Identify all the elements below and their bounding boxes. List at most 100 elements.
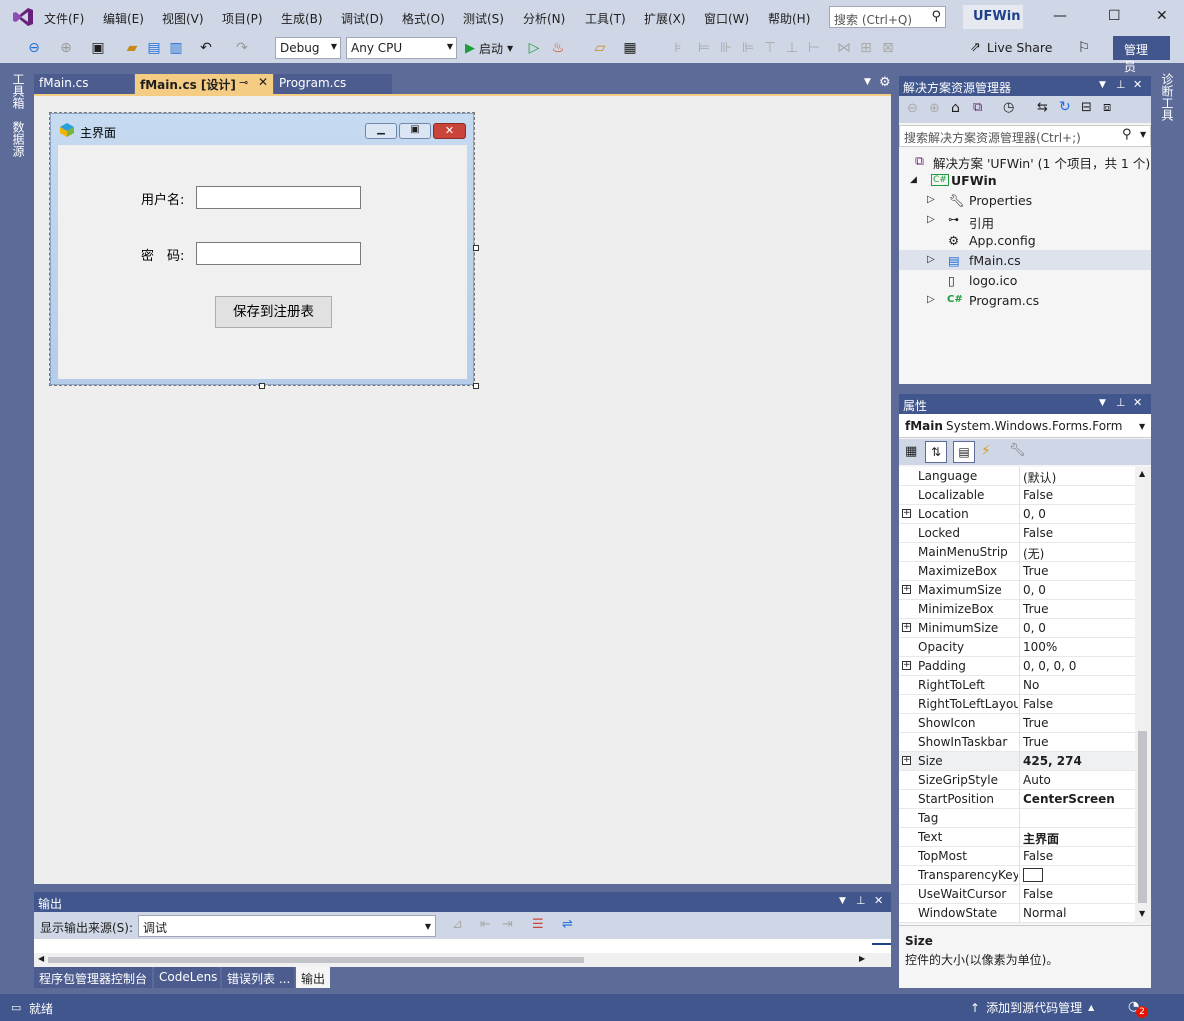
- notifications-button[interactable]: ◔ 2: [1128, 999, 1150, 1018]
- property-row[interactable]: MainMenuStrip (无): [899, 543, 1135, 562]
- output-source-dropdown[interactable]: 调试 ▼: [138, 915, 436, 937]
- scroll-thumb[interactable]: [48, 957, 584, 963]
- tree-item-logo-ico[interactable]: ▯ logo.ico: [899, 270, 1151, 290]
- grid-icon[interactable]: ⊞: [856, 38, 876, 58]
- expand-plus-icon[interactable]: +: [902, 661, 911, 670]
- property-row-selected[interactable]: + Size 425, 274: [899, 752, 1135, 771]
- datasource-tab[interactable]: 数据源: [10, 121, 27, 157]
- tab-fmain-cs[interactable]: fMain.cs: [34, 74, 134, 94]
- save-all-icon[interactable]: ▥: [166, 38, 186, 58]
- menu-build[interactable]: 生成(B): [281, 10, 323, 27]
- menu-project[interactable]: 项目(P): [222, 10, 263, 27]
- property-row[interactable]: UseWaitCursor False: [899, 885, 1135, 904]
- search-box[interactable]: 搜索 (Ctrl+Q) ⚲: [829, 6, 946, 28]
- close-icon[interactable]: ✕: [874, 894, 883, 907]
- object-selector[interactable]: fMain System.Windows.Forms.Form ▼: [899, 414, 1151, 438]
- wrench-icon[interactable]: 🔧︎: [1009, 443, 1026, 458]
- back-icon[interactable]: ⊖: [24, 38, 44, 58]
- property-row[interactable]: Text 主界面: [899, 828, 1135, 847]
- tab-list-icon[interactable]: ▼: [864, 77, 871, 87]
- form-maximize-button[interactable]: ▣: [399, 123, 431, 139]
- tab-fmain-design[interactable]: fMain.cs [设计] ⊸ ✕: [135, 74, 273, 94]
- property-row[interactable]: + Padding 0, 0, 0, 0: [899, 657, 1135, 676]
- close-button[interactable]: ✕: [1156, 8, 1168, 24]
- undo-icon[interactable]: ↶: [196, 38, 216, 58]
- spacing-icon[interactable]: ⊠: [878, 38, 898, 58]
- refresh-icon[interactable]: ↻: [1059, 99, 1071, 115]
- diagnostics-tab[interactable]: 诊断工具: [1159, 73, 1176, 121]
- property-row[interactable]: ShowIcon True: [899, 714, 1135, 733]
- show-all-files-icon[interactable]: ⧈: [1103, 100, 1111, 115]
- menu-extensions[interactable]: 扩展(X): [644, 10, 686, 27]
- gear-icon[interactable]: ⚙: [879, 75, 891, 90]
- toolbox-tab[interactable]: 工具箱: [10, 73, 27, 109]
- tab-error-list[interactable]: 错误列表 ...: [222, 967, 294, 988]
- form-selection[interactable]: 主界面 ▁ ▣ ✕ 用户名: 密 码: 保存到注册表: [49, 112, 479, 389]
- tree-item-fmain-cs[interactable]: ▷ ▤ fMain.cs: [899, 250, 1151, 270]
- folder-icon[interactable]: ▱: [590, 38, 610, 58]
- back-icon[interactable]: ⊖: [907, 101, 918, 116]
- property-row[interactable]: + Location 0, 0: [899, 505, 1135, 524]
- tab-package-manager[interactable]: 程序包管理器控制台: [34, 967, 152, 988]
- find-message-icon[interactable]: ⊿: [452, 917, 463, 932]
- chevron-down-icon[interactable]: ▼: [1099, 80, 1106, 90]
- previous-message-icon[interactable]: ⇤: [480, 917, 491, 932]
- property-row[interactable]: TransparencyKey: [899, 866, 1135, 885]
- menu-window[interactable]: 窗口(W): [704, 10, 749, 27]
- tree-item-properties[interactable]: ▷ 🔧︎ Properties: [899, 190, 1151, 210]
- events-icon[interactable]: ⚡︎: [981, 443, 991, 459]
- maximize-button[interactable]: ☐: [1108, 8, 1121, 24]
- forward-icon[interactable]: ⊕: [56, 38, 76, 58]
- clear-all-icon[interactable]: ☰: [532, 917, 544, 932]
- expand-plus-icon[interactable]: +: [902, 756, 911, 765]
- property-row[interactable]: WindowState Normal: [899, 904, 1135, 923]
- menu-analyze[interactable]: 分析(N): [523, 10, 565, 27]
- tree-item-project[interactable]: ◢ C# UFWin: [899, 170, 1151, 190]
- expand-plus-icon[interactable]: +: [902, 585, 911, 594]
- pin-icon[interactable]: ⊸: [239, 76, 248, 89]
- collapsed-arrow-icon[interactable]: ▷: [927, 194, 935, 205]
- property-row[interactable]: StartPosition CenterScreen: [899, 790, 1135, 809]
- scroll-down-icon[interactable]: ▼: [1139, 909, 1145, 918]
- chevron-down-icon[interactable]: ▼: [839, 896, 846, 906]
- property-row[interactable]: Localizable False: [899, 486, 1135, 505]
- switch-views-icon[interactable]: ⧉: [973, 100, 982, 115]
- chevron-down-icon[interactable]: ▼: [1140, 130, 1146, 139]
- property-row[interactable]: Locked False: [899, 524, 1135, 543]
- categorized-icon[interactable]: ▦: [905, 444, 917, 459]
- size-icon[interactable]: ⋈: [834, 38, 854, 58]
- pin-icon[interactable]: ⊥: [856, 894, 866, 907]
- new-project-icon[interactable]: ▣: [88, 38, 108, 58]
- align-bottom-icon[interactable]: ⊢: [804, 38, 824, 58]
- expand-plus-icon[interactable]: +: [902, 509, 911, 518]
- properties-view-icon[interactable]: ▤: [953, 441, 975, 463]
- tab-codelens[interactable]: CodeLens: [154, 967, 220, 988]
- tab-program-cs[interactable]: Program.cs: [274, 74, 392, 94]
- align-icon[interactable]: ⊧: [668, 38, 688, 58]
- property-row[interactable]: MaximizeBox True: [899, 562, 1135, 581]
- menu-edit[interactable]: 编辑(E): [103, 10, 144, 27]
- property-row[interactable]: SizeGripStyle Auto: [899, 771, 1135, 790]
- close-icon[interactable]: ✕: [1133, 396, 1142, 409]
- property-row[interactable]: ShowInTaskbar True: [899, 733, 1135, 752]
- resize-handle-bottom[interactable]: [259, 383, 265, 389]
- platform-dropdown[interactable]: Any CPU ▼: [346, 37, 457, 59]
- menu-tools[interactable]: 工具(T): [585, 10, 626, 27]
- tab-output[interactable]: 输出: [296, 967, 330, 988]
- pin-icon[interactable]: ⊥: [1116, 396, 1126, 409]
- start-without-debug-icon[interactable]: ▷: [524, 38, 544, 58]
- collapsed-arrow-icon[interactable]: ▷: [927, 254, 935, 265]
- save-to-registry-button[interactable]: 保存到注册表: [215, 296, 332, 328]
- tree-item-references[interactable]: ▷ ⊶ 引用: [899, 210, 1151, 231]
- start-button[interactable]: ▶ 启动 ▼: [465, 40, 513, 57]
- horizontal-scrollbar[interactable]: ◀ ▶: [34, 953, 891, 967]
- home-icon[interactable]: ⌂: [951, 100, 960, 116]
- redo-icon[interactable]: ↷: [232, 38, 252, 58]
- align-left-icon[interactable]: ⊨: [694, 38, 714, 58]
- username-input[interactable]: [196, 186, 361, 209]
- chevron-down-icon[interactable]: ▼: [1099, 398, 1106, 408]
- scroll-thumb[interactable]: [1138, 731, 1147, 903]
- expand-plus-icon[interactable]: +: [902, 623, 911, 632]
- form-minimize-button[interactable]: ▁: [365, 123, 397, 139]
- menu-file[interactable]: 文件(F): [44, 10, 84, 27]
